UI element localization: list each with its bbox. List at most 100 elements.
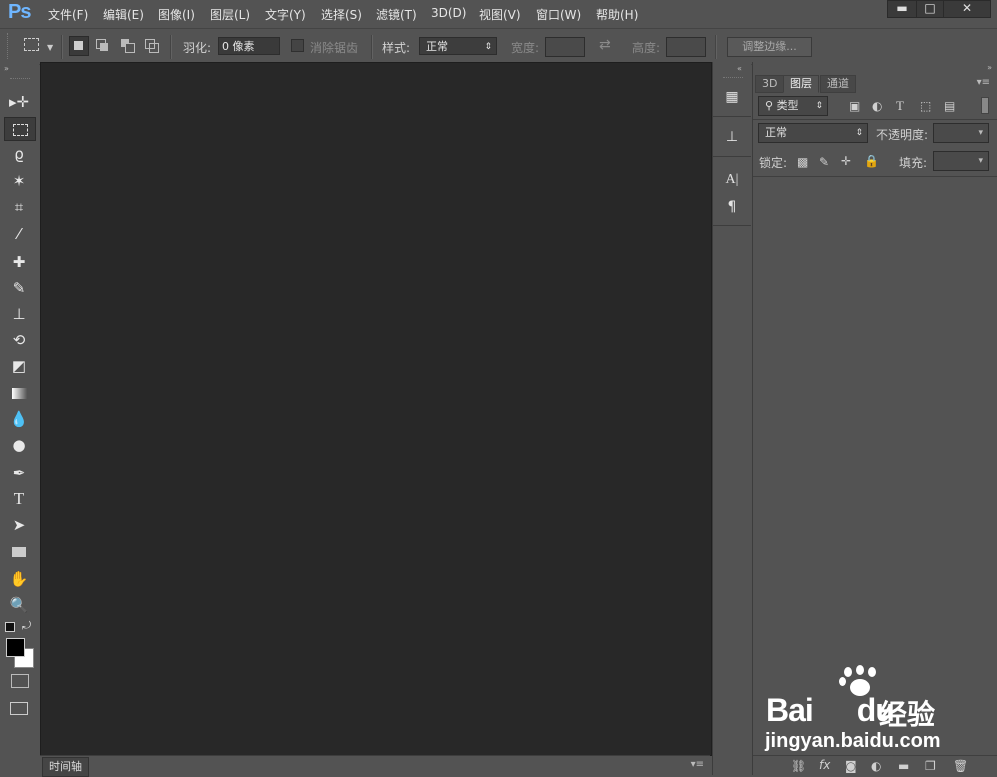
lock-transparency-icon[interactable]: ▩ (797, 155, 808, 169)
antialias-checkbox[interactable] (291, 39, 304, 52)
pixel-filter-icon[interactable]: ▣ (849, 99, 860, 113)
smart-object-filter-icon[interactable]: ▤ (944, 99, 955, 113)
feather-input[interactable]: 0 像素 (218, 37, 280, 55)
watermark-url: jingyan.baidu.com (765, 730, 941, 752)
swap-icon[interactable]: ⇄ (599, 37, 611, 53)
dodge-icon[interactable]: ● (4, 434, 34, 456)
type-icon[interactable]: T (4, 488, 34, 510)
style-select[interactable]: 正常 ⇕ (419, 37, 497, 55)
filter-kind-value: 类型 (776, 99, 799, 112)
adjustment-layer-icon[interactable]: ◐ (871, 759, 881, 773)
swap-colors-icon[interactable]: ⤾ (22, 619, 31, 633)
height-input[interactable] (666, 37, 706, 57)
height-label: 高度: (632, 41, 661, 55)
width-label: 宽度: (511, 41, 540, 55)
app-logo: Ps (8, 1, 31, 23)
stamp-icon[interactable]: ⊥ (4, 303, 34, 325)
panel-menu-icon[interactable]: ▾≡ (977, 77, 990, 88)
menu-filter[interactable]: 滤镜(T) (376, 6, 417, 23)
tab-3d[interactable]: 3D (755, 75, 785, 93)
menu-view[interactable]: 视图(V) (479, 6, 521, 23)
lock-position-icon[interactable]: ✛ (841, 154, 851, 168)
tab-timeline[interactable]: 时间轴 (42, 757, 89, 777)
menu-select[interactable]: 选择(S) (321, 6, 362, 23)
collapse-icon[interactable]: » (4, 64, 9, 73)
menu-type[interactable]: 文字(Y) (265, 6, 306, 23)
eyedropper-icon[interactable]: ⁄ (4, 223, 34, 245)
menu-bar: Ps 文件(F) 编辑(E) 图像(I) 图层(L) 文字(Y) 选择(S) 滤… (0, 0, 997, 26)
menu-help[interactable]: 帮助(H) (596, 6, 638, 23)
menu-file[interactable]: 文件(F) (48, 6, 88, 23)
new-selection-button[interactable] (69, 36, 89, 56)
gradient-icon[interactable] (4, 382, 34, 404)
character-panel-icon[interactable]: A| (720, 169, 744, 191)
menu-layer[interactable]: 图层(L) (210, 6, 250, 23)
menu-edit[interactable]: 编辑(E) (103, 6, 144, 23)
style-select-value: 正常 (426, 40, 448, 53)
layers-footer: ⛓ fx ◙ ◐ ▬ ❐ 🗑 (753, 755, 997, 776)
refine-edge-button[interactable]: 调整边缘... (727, 37, 812, 57)
quick-mask-icon[interactable] (11, 674, 29, 688)
paragraph-panel-icon[interactable]: ¶ (720, 196, 744, 218)
menu-image[interactable]: 图像(I) (158, 6, 195, 23)
marquee-preset-icon[interactable] (24, 38, 39, 51)
trash-icon[interactable]: 🗑 (953, 759, 968, 773)
grip-icon (7, 33, 10, 59)
filter-kind-select[interactable]: ⚲ 类型 ⇕ (758, 96, 828, 116)
healing-icon[interactable]: ✚ (4, 251, 34, 273)
eraser-icon[interactable]: ◩ (4, 355, 34, 377)
zoom-icon[interactable]: 🔍 (4, 594, 34, 616)
add-selection-button[interactable] (96, 39, 109, 52)
maximize-button[interactable]: □ (916, 0, 944, 18)
shape-filter-icon[interactable]: ⬚ (920, 99, 931, 113)
link-layers-icon[interactable]: ⛓ (791, 759, 806, 773)
new-layer-icon[interactable]: ❐ (925, 759, 936, 773)
tab-layers[interactable]: 图层 (783, 75, 819, 93)
chevron-down-icon[interactable]: ▼ (47, 43, 53, 52)
fill-input[interactable]: ▾ (933, 151, 989, 171)
fx-icon[interactable]: fx (819, 758, 830, 772)
collapse-icon[interactable]: » (987, 63, 992, 72)
lock-all-icon[interactable]: 🔒 (864, 154, 879, 168)
blend-mode-value: 正常 (765, 126, 787, 139)
blend-mode-select[interactable]: 正常 ⇕ (758, 123, 868, 143)
menu-window[interactable]: 窗口(W) (536, 6, 581, 23)
magic-wand-icon[interactable]: ✶ (4, 170, 34, 192)
history-brush-icon[interactable]: ⟲ (4, 329, 34, 351)
default-colors-icon[interactable] (5, 622, 15, 632)
foreground-color-swatch[interactable] (6, 638, 25, 657)
move-icon[interactable]: ▸✛ (4, 91, 34, 113)
histogram-panel-icon[interactable]: ▦ (720, 86, 744, 108)
marquee-icon[interactable] (4, 117, 36, 141)
crop-icon[interactable]: ⌗ (4, 196, 34, 218)
document-canvas[interactable] (40, 62, 712, 756)
opacity-label: 不透明度: (876, 128, 929, 142)
timeline-panel: 时间轴 ▾≡ (40, 755, 710, 777)
pen-icon[interactable]: ✒ (4, 462, 34, 484)
chevron-down-icon: ▾ (978, 156, 983, 166)
path-select-icon[interactable]: ➤ (4, 514, 34, 536)
type-filter-icon[interactable]: T (896, 98, 904, 114)
lasso-icon[interactable]: ϱ (4, 143, 34, 165)
minimize-button[interactable]: ▬ (887, 0, 917, 18)
panel-menu-icon[interactable]: ▾≡ (691, 759, 704, 770)
close-button[interactable]: ✕ (943, 0, 991, 18)
intersect-selection-button[interactable] (145, 39, 159, 53)
subtract-selection-button[interactable] (121, 39, 135, 53)
blur-icon[interactable]: 💧 (4, 408, 34, 430)
filter-toggle[interactable] (981, 97, 989, 114)
screen-mode-icon[interactable] (10, 702, 28, 715)
clone-source-icon[interactable]: ⊥ (720, 126, 744, 148)
add-mask-icon[interactable]: ◙ (845, 759, 857, 773)
width-input[interactable] (545, 37, 585, 57)
hand-icon[interactable]: ✋ (4, 568, 34, 590)
tab-channels[interactable]: 通道 (820, 75, 856, 93)
opacity-input[interactable]: ▾ (933, 123, 989, 143)
adjustment-filter-icon[interactable]: ◐ (872, 99, 882, 113)
new-group-icon[interactable]: ▬ (898, 759, 909, 773)
rectangle-icon[interactable] (4, 540, 34, 562)
brush-icon[interactable]: ✎ (4, 277, 34, 299)
lock-pixels-icon[interactable]: ✎ (819, 155, 829, 169)
collapse-icon[interactable]: « (737, 64, 742, 73)
menu-3d[interactable]: 3D(D) (431, 6, 466, 20)
